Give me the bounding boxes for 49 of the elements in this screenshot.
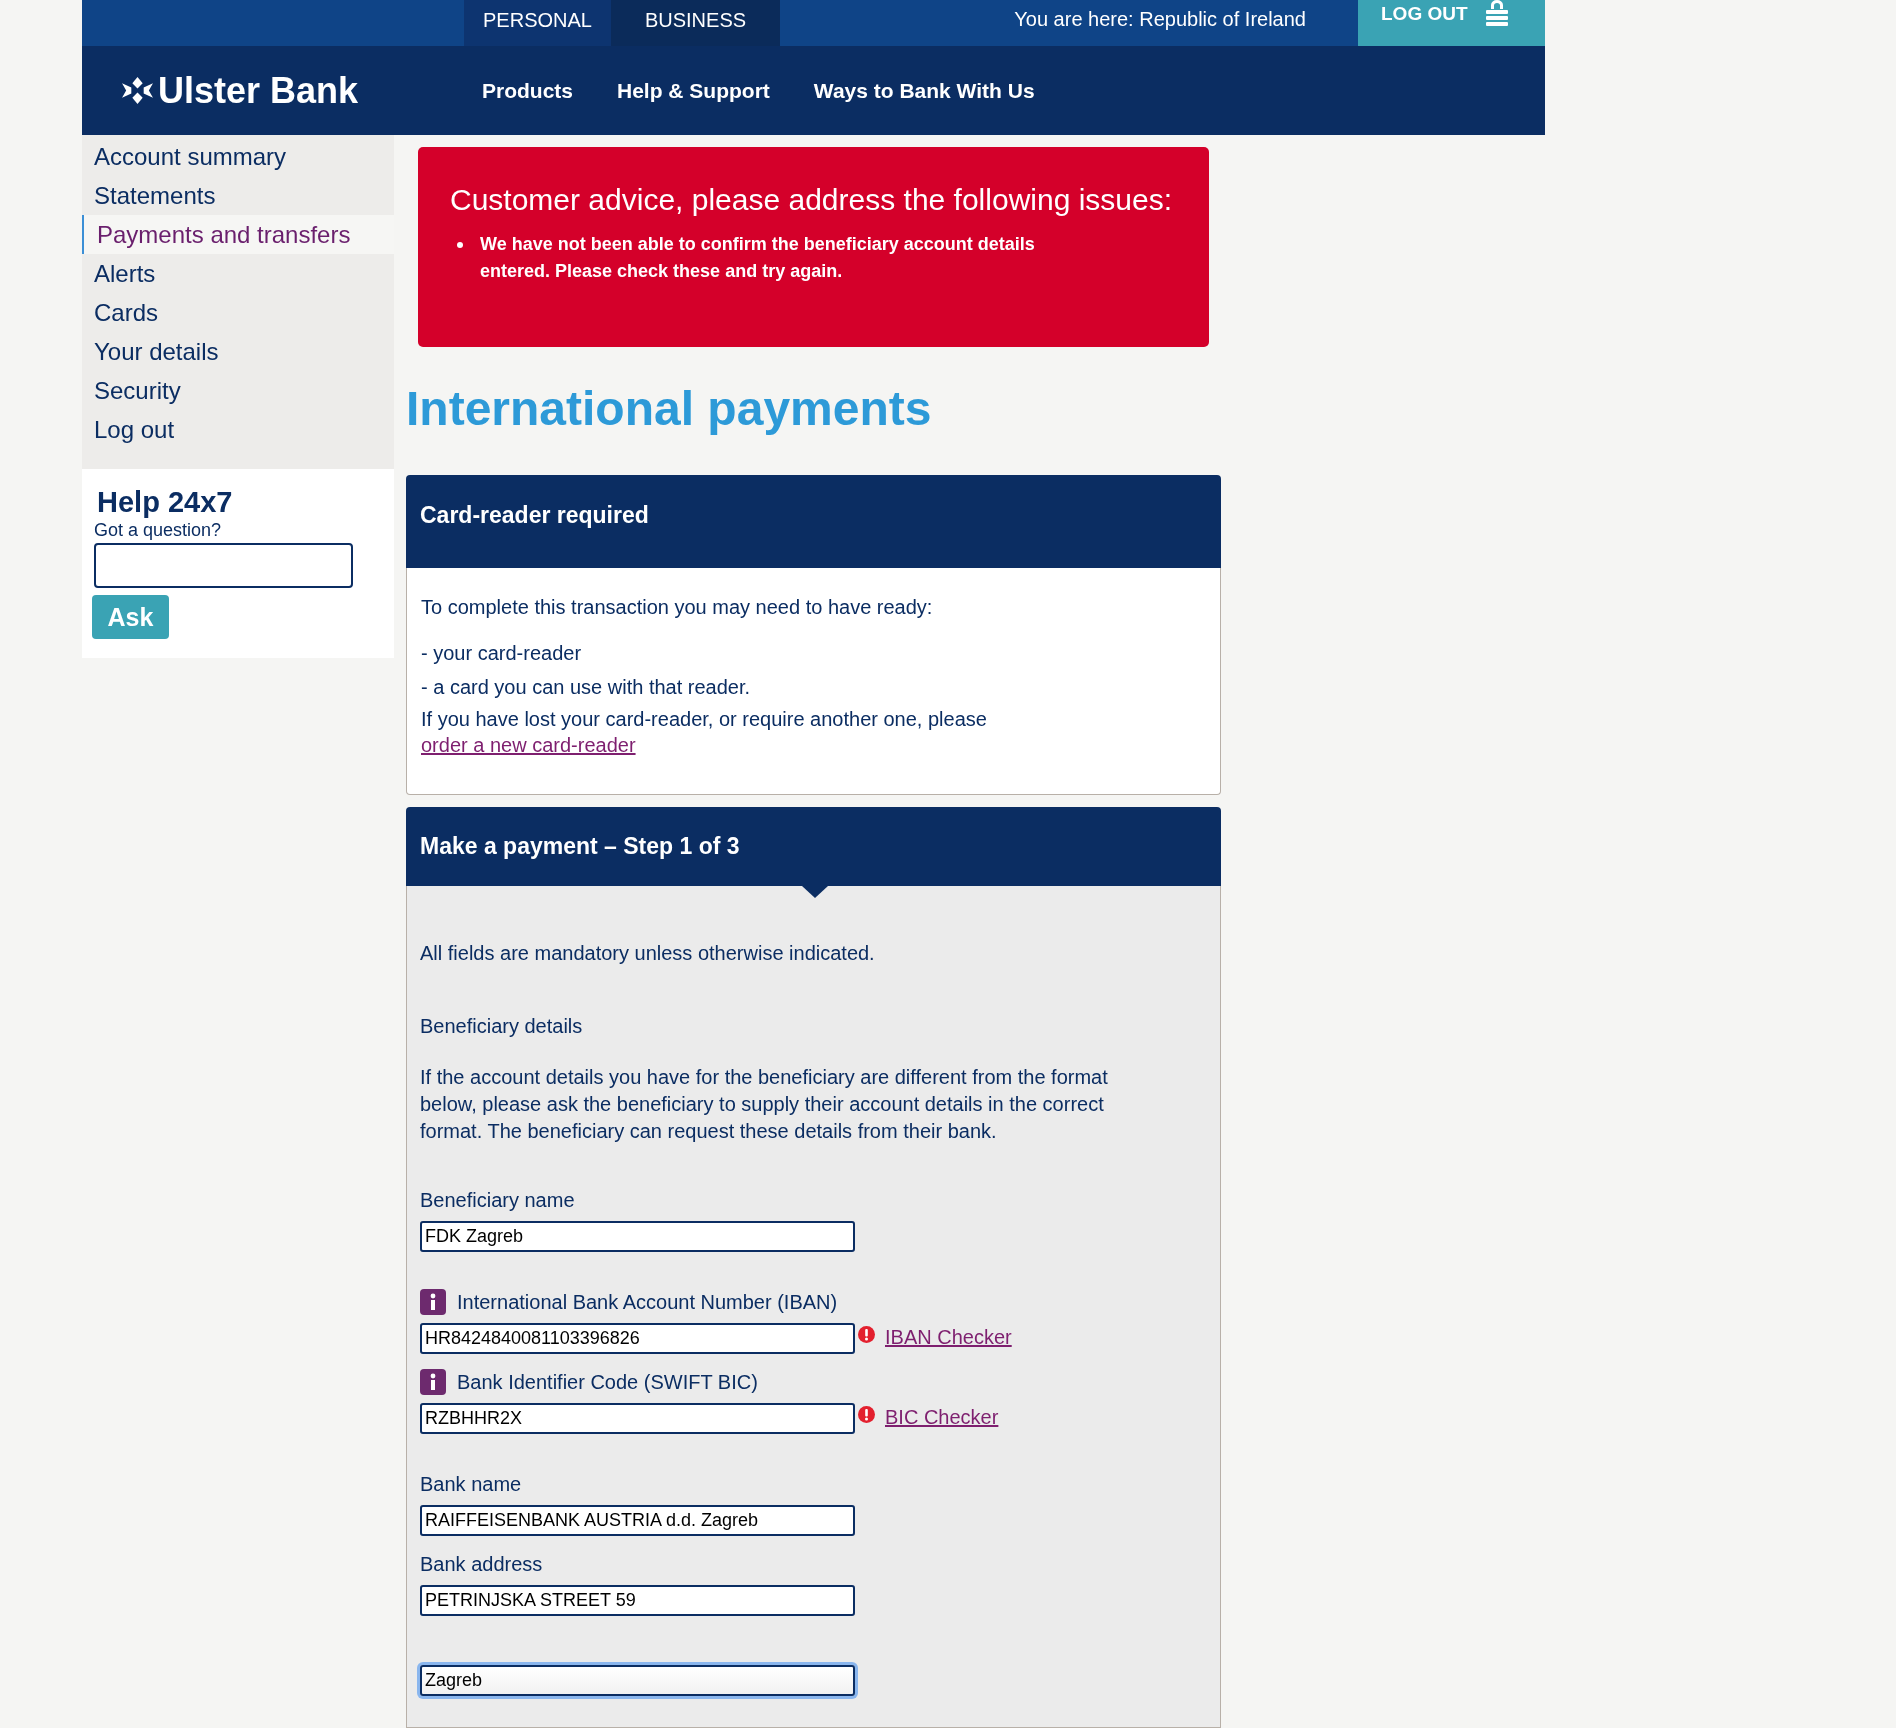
field-label: International Bank Account Number (IBAN) (457, 1290, 838, 1314)
requirement-item: - a card you can use with that reader. (421, 675, 752, 700)
nav-link[interactable]: Help & Support (617, 78, 770, 103)
order-reader-link[interactable]: order a new card-reader (421, 734, 636, 756)
checker-link[interactable]: BIC Checker (885, 1406, 999, 1429)
sidebar-item[interactable]: Alerts (82, 254, 394, 293)
sidebar-item[interactable]: Payments and transfers (82, 215, 394, 254)
lost-reader-note: If you have lost your card-reader, or require another one, please order a new card-reader (421, 707, 988, 758)
location-text: You are here: Republic of Ireland (1014, 6, 1306, 32)
field-label: Bank Identifier Code (SWIFT BIC) (457, 1370, 758, 1394)
input-field[interactable]: RAIFFEISENBANK AUSTRIA d.d. Zagreb (420, 1505, 855, 1536)
logo-text[interactable]: Ulster Bank (158, 70, 359, 111)
sidebar-item[interactable]: Security (82, 371, 394, 410)
info-icon[interactable] (420, 1289, 446, 1315)
intro-text: To complete this transaction you may need to have ready: (421, 595, 934, 620)
field-label: Beneficiary name (420, 1188, 575, 1212)
sidebar-item[interactable]: Your details (82, 332, 394, 371)
section-description: If the account details you have for the beneficiary are different from the format below, please ask the beneficiary to supply their account details in the correct format. The beneficiary can request these details from their bank. (420, 1065, 1109, 1144)
info-icon[interactable] (420, 1369, 446, 1395)
sidebar-item[interactable]: Account summary (82, 137, 394, 176)
sidebar-item[interactable]: Log out (82, 410, 394, 449)
input-field[interactable]: RZBHHR2X (420, 1403, 855, 1434)
panel-title: Card-reader required (420, 501, 650, 529)
sidebar-item[interactable]: Cards (82, 293, 394, 332)
checker-link[interactable]: IBAN Checker (885, 1326, 1012, 1349)
panel-title: Make a payment – Step 1 of 3 (420, 832, 741, 860)
bullet-icon (457, 242, 463, 248)
segment-tab[interactable]: PERSONAL (464, 0, 611, 46)
help-prompt: Got a question? (94, 519, 222, 541)
segment-tab[interactable]: BUSINESS (611, 0, 780, 46)
input-field[interactable]: Zagreb (420, 1665, 855, 1696)
input-field[interactable]: HR8424840081103396826 (420, 1323, 855, 1354)
requirement-item: - your card-reader (421, 641, 583, 666)
field-label: Bank address (420, 1552, 543, 1576)
lock-icon (1484, 0, 1509, 27)
page-title: International payments (406, 381, 933, 437)
nav-link[interactable]: Ways to Bank With Us (813, 78, 1035, 103)
alert-message: We have not been able to confirm the beneficiary account details entered. Please check these and try again. (480, 233, 1036, 283)
sidebar-item[interactable]: Statements (82, 176, 394, 215)
question-field[interactable] (94, 543, 353, 588)
input-field[interactable]: PETRINJSKA STREET 59 (420, 1585, 855, 1616)
mandatory-note: All fields are mandatory unless otherwise indicated. (420, 941, 876, 966)
logo-mark-icon (121, 76, 154, 105)
help-title: Help 24x7 (96, 485, 233, 519)
nav-link[interactable]: Products (482, 78, 573, 103)
section-heading: Beneficiary details (420, 1014, 584, 1039)
field-label: Bank name (420, 1472, 522, 1496)
alert-title: Customer advice, please address the following issues: (450, 182, 1174, 218)
input-field[interactable]: FDK Zagreb (420, 1221, 855, 1252)
